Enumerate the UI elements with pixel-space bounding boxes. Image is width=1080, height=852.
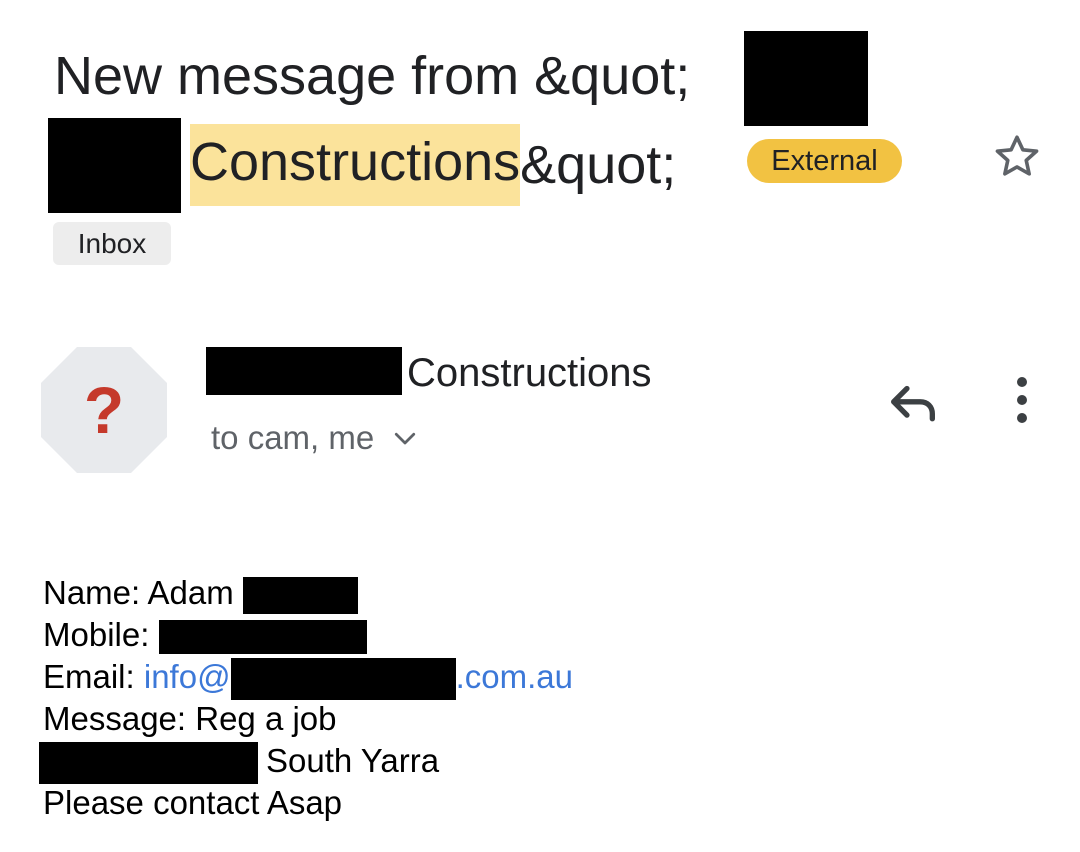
recipients-text: to cam, me	[211, 419, 375, 456]
sender-name[interactable]: Constructions	[407, 350, 652, 396]
body-line-address: South Yarra	[39, 740, 573, 785]
body-line-message: Message: Reg a job	[43, 698, 573, 740]
suburb-text: South Yarra	[266, 742, 440, 779]
avatar-question-icon: ?	[83, 373, 125, 447]
recipients-toggle[interactable]: to cam, me	[211, 418, 420, 458]
mobile-text: Mobile:	[43, 616, 159, 653]
redacted-block	[158, 620, 367, 655]
message-text: Message: Reg a job	[43, 700, 337, 737]
email-suffix: .com.au	[455, 658, 573, 695]
body-line-mobile: Mobile:	[43, 614, 573, 656]
subject-line-2: Constructions &quot;	[190, 124, 676, 206]
body-line-email: Email: info@ .com.au	[43, 656, 573, 701]
message-body: Name: Adam Mobile: Email: info@ .com.au M…	[39, 572, 573, 824]
avatar[interactable]: ?	[40, 346, 168, 474]
redacted-block	[48, 118, 181, 213]
subject-suffix: &quot;	[520, 135, 677, 195]
body-line-name: Name: Adam	[43, 572, 573, 614]
inbox-label-chip[interactable]: Inbox	[53, 222, 171, 265]
external-badge: External	[747, 139, 902, 183]
redacted-block	[230, 658, 456, 701]
redacted-block	[242, 576, 358, 614]
redacted-block	[206, 347, 402, 395]
body-line-closing: Please contact Asap	[43, 782, 573, 824]
more-vertical-icon[interactable]	[1002, 374, 1042, 426]
star-outline-icon[interactable]	[990, 130, 1044, 184]
subject-highlight: Constructions	[190, 124, 521, 206]
chevron-down-icon[interactable]	[390, 423, 420, 453]
subject-prefix: New message from &quot;	[54, 46, 691, 106]
email-view: New message from &quot; Constructions &qu…	[0, 0, 1080, 852]
subject-line-1: New message from &quot;	[54, 42, 690, 110]
name-text: Name: Adam	[43, 574, 243, 611]
redacted-block	[39, 742, 258, 785]
redacted-block	[744, 31, 868, 126]
email-prefix: info@	[143, 658, 231, 695]
reply-icon[interactable]	[884, 374, 942, 432]
email-link[interactable]: info@ .com.au	[143, 658, 573, 701]
closing-text: Please contact Asap	[43, 784, 343, 821]
email-label: Email:	[43, 658, 144, 695]
